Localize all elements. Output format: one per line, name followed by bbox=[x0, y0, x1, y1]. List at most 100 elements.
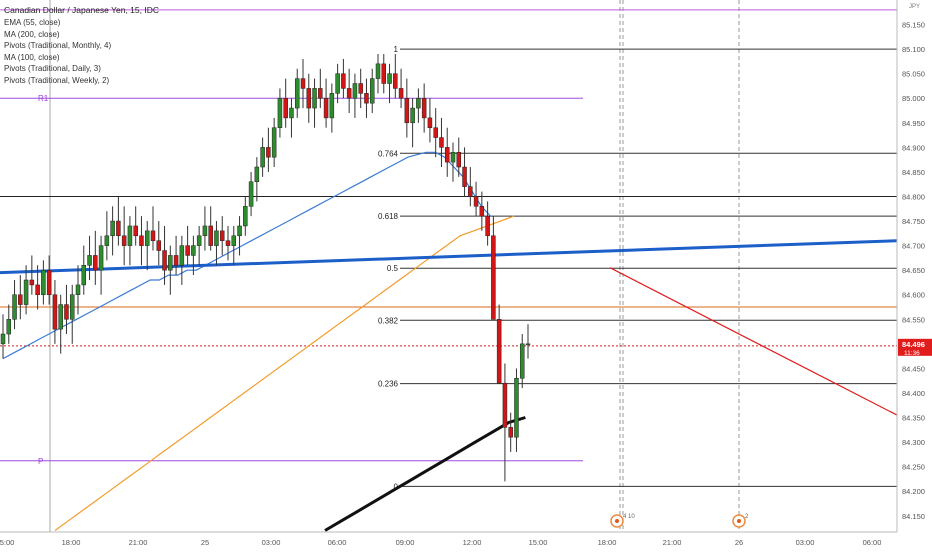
candle-body[interactable] bbox=[225, 240, 231, 246]
candle-body[interactable] bbox=[410, 107, 415, 124]
candle-body[interactable] bbox=[75, 284, 81, 295]
candle-body[interactable] bbox=[508, 427, 513, 438]
candle-body[interactable] bbox=[98, 245, 104, 271]
indicator-legend-item[interactable]: EMA (55, close) bbox=[4, 17, 60, 29]
candle-body[interactable] bbox=[283, 97, 288, 119]
candle-body[interactable] bbox=[485, 215, 490, 237]
candle-body[interactable] bbox=[329, 93, 335, 119]
candle-body[interactable] bbox=[271, 127, 277, 158]
candle-body[interactable] bbox=[144, 230, 150, 246]
candle-body[interactable] bbox=[519, 343, 525, 379]
candle-body[interactable] bbox=[318, 88, 323, 99]
candle-body[interactable] bbox=[473, 196, 479, 207]
candle-body[interactable] bbox=[462, 166, 467, 187]
chart[interactable]: R1 P 1 0.764 0.618 0.5 0.382 0.236 0 85.150 85.10… bbox=[0, 0, 932, 550]
candle-body[interactable] bbox=[41, 269, 46, 295]
candle-body[interactable] bbox=[375, 63, 381, 79]
candle-body[interactable] bbox=[116, 220, 121, 237]
candle-body[interactable] bbox=[433, 127, 438, 138]
candle-body[interactable] bbox=[444, 147, 450, 163]
candle-body[interactable] bbox=[300, 78, 306, 89]
candle-body[interactable] bbox=[312, 88, 317, 109]
candle-body[interactable] bbox=[346, 88, 352, 99]
candle-body[interactable] bbox=[323, 97, 329, 119]
candle-body[interactable] bbox=[496, 319, 502, 384]
candle-body[interactable] bbox=[341, 73, 346, 89]
indicator-legend-item[interactable]: MA (100, close) bbox=[4, 52, 60, 64]
candle-body[interactable] bbox=[260, 147, 265, 168]
candle-body[interactable] bbox=[219, 230, 225, 241]
candle-body[interactable] bbox=[237, 225, 242, 237]
candle-body[interactable] bbox=[381, 63, 387, 84]
candle-body[interactable] bbox=[23, 279, 29, 305]
candle-body[interactable] bbox=[18, 294, 23, 305]
indicator-legend-item[interactable]: MA (200, close) bbox=[4, 29, 60, 41]
candle-body[interactable] bbox=[421, 97, 427, 119]
candle-body[interactable] bbox=[358, 83, 363, 94]
indicator-legend-item[interactable]: Pivots (Traditional, Weekly, 2) bbox=[4, 75, 109, 87]
candle-body[interactable] bbox=[93, 255, 98, 271]
candle-body[interactable] bbox=[456, 152, 462, 168]
candle-body[interactable] bbox=[202, 225, 208, 237]
candle-body[interactable] bbox=[46, 269, 52, 295]
candle-body[interactable] bbox=[491, 235, 496, 320]
candle-body[interactable] bbox=[393, 73, 398, 89]
candle-body[interactable] bbox=[254, 166, 260, 183]
candle-body[interactable] bbox=[294, 78, 300, 109]
candle-body[interactable] bbox=[133, 225, 138, 237]
candle-body[interactable] bbox=[168, 255, 173, 271]
candle-body[interactable] bbox=[266, 147, 271, 158]
indicator-legend-item[interactable]: Pivots (Traditional, Daily, 3) bbox=[4, 63, 101, 75]
candle-body[interactable] bbox=[243, 206, 248, 227]
candle-body[interactable] bbox=[139, 235, 144, 246]
candle-body[interactable] bbox=[150, 230, 156, 241]
candle-body[interactable] bbox=[156, 240, 162, 251]
candle-body[interactable] bbox=[468, 186, 473, 197]
candle-body[interactable] bbox=[179, 245, 185, 266]
candle-body[interactable] bbox=[173, 255, 179, 266]
candle-body[interactable] bbox=[208, 225, 213, 246]
candle-body[interactable] bbox=[6, 319, 12, 335]
candle-body[interactable] bbox=[450, 152, 456, 163]
candle-body[interactable] bbox=[162, 250, 167, 271]
candle-body[interactable] bbox=[248, 181, 254, 207]
candle-body[interactable] bbox=[364, 93, 369, 104]
candle-body[interactable] bbox=[185, 245, 190, 256]
price-chart-svg[interactable]: R1P10.7640.6180.50.3820.2360 85.15085.10… bbox=[0, 0, 932, 550]
candle-body[interactable] bbox=[416, 97, 421, 109]
candle-body[interactable] bbox=[121, 235, 127, 246]
candle-body[interactable] bbox=[352, 83, 358, 99]
candle-body[interactable] bbox=[514, 377, 519, 438]
candle-body[interactable] bbox=[191, 245, 196, 256]
candle-body[interactable] bbox=[110, 220, 115, 237]
candle-body[interactable] bbox=[127, 225, 133, 246]
candle-body[interactable] bbox=[439, 137, 444, 148]
candle-body[interactable] bbox=[231, 235, 237, 246]
candle-body[interactable] bbox=[196, 235, 202, 246]
candle-body[interactable] bbox=[404, 97, 410, 124]
candle-body[interactable] bbox=[29, 279, 35, 286]
candle-body[interactable] bbox=[69, 294, 75, 320]
candle-body[interactable] bbox=[64, 304, 69, 320]
candle-body[interactable] bbox=[427, 117, 433, 128]
candle-body[interactable] bbox=[479, 206, 485, 217]
candle-body[interactable] bbox=[306, 88, 312, 109]
candle-body[interactable] bbox=[369, 78, 375, 104]
candle-body[interactable] bbox=[81, 265, 87, 286]
candle-body[interactable] bbox=[387, 73, 392, 84]
candle-body[interactable] bbox=[52, 294, 58, 330]
candle-body[interactable] bbox=[35, 284, 40, 295]
candle-body[interactable] bbox=[0, 333, 6, 345]
candle-body[interactable] bbox=[277, 97, 283, 128]
candle-body[interactable] bbox=[335, 73, 340, 94]
candle-body[interactable] bbox=[87, 255, 92, 266]
candle-body[interactable] bbox=[58, 304, 63, 330]
candle-body[interactable] bbox=[12, 294, 17, 320]
candle-body[interactable] bbox=[502, 382, 508, 428]
indicator-legend-item[interactable]: Pivots (Traditional, Monthly, 4) bbox=[4, 40, 111, 52]
candle-body[interactable] bbox=[398, 88, 404, 99]
candle-body[interactable] bbox=[214, 230, 219, 246]
candle-body[interactable] bbox=[289, 107, 294, 119]
candle-body[interactable] bbox=[525, 343, 531, 346]
candle-body[interactable] bbox=[104, 235, 110, 246]
